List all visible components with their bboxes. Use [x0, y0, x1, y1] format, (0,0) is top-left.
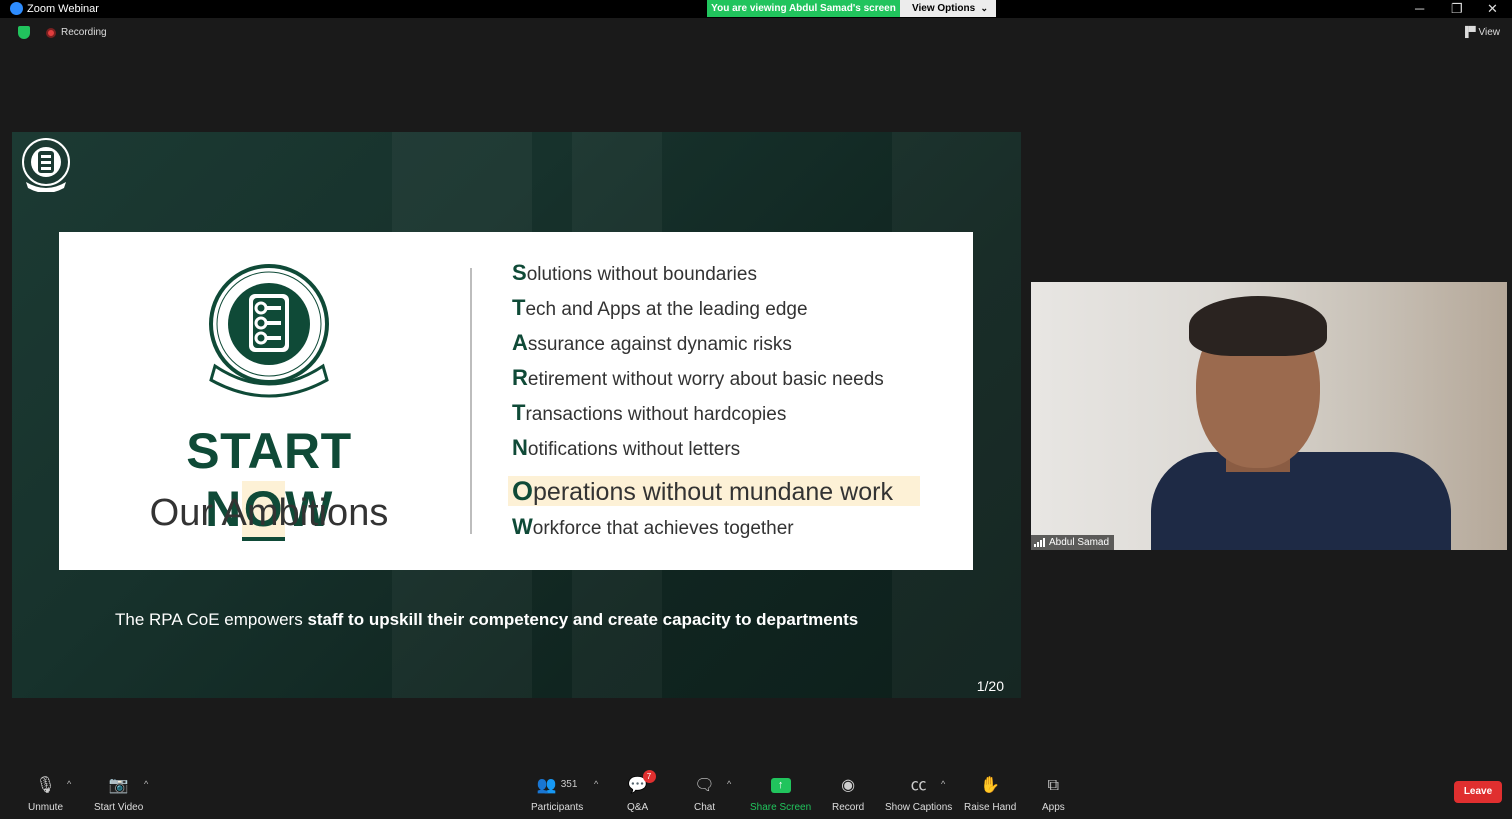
qa-button[interactable]: 💬 7 Q&A: [627, 770, 656, 813]
apps-button[interactable]: ⧉ Apps: [1042, 776, 1065, 813]
cpf-logo-icon: [209, 264, 329, 398]
view-button[interactable]: ▐▀ View: [1462, 27, 1500, 38]
minimize-button[interactable]: ─: [1415, 1, 1424, 16]
participant-name: Abdul Samad: [1049, 537, 1110, 548]
view-options-button[interactable]: View Options ⌄: [900, 0, 996, 17]
qa-icon: 💬 7: [628, 770, 656, 796]
list-item: Notifications without letters: [512, 435, 741, 460]
share-screen-button[interactable]: ↑ Share Screen: [750, 776, 811, 813]
ambitions-list: Solutions without boundaries Tech and Ap…: [508, 258, 920, 547]
video-muted-icon: 📷: [108, 777, 129, 794]
title-bar: Zoom Webinar You are viewing Abdul Samad…: [0, 0, 1512, 18]
participant-count: 351: [560, 779, 578, 790]
participants-icon: 👥: [536, 777, 557, 794]
unmute-button[interactable]: 🎙 Unmute: [28, 776, 63, 813]
chat-icon: 🗨: [694, 777, 715, 794]
divider: [470, 268, 472, 534]
chat-button[interactable]: 🗨 Chat: [694, 776, 715, 813]
list-item: Transactions without hardcopies: [512, 400, 787, 425]
signal-strength-icon: [1034, 538, 1045, 547]
leave-button[interactable]: Leave: [1454, 781, 1502, 803]
slide-caption: The RPA CoE empowers staff to upskill th…: [115, 610, 859, 629]
window-title: Zoom Webinar: [27, 3, 99, 15]
audio-options-caret[interactable]: ^: [67, 779, 71, 789]
start-video-button[interactable]: 📷 Start Video: [94, 776, 143, 813]
hand-icon: ✋: [980, 777, 1001, 794]
close-button[interactable]: ✕: [1487, 1, 1498, 17]
microphone-muted-icon: 🎙: [35, 777, 56, 794]
restore-button[interactable]: ❐: [1451, 1, 1463, 17]
raise-hand-button[interactable]: ✋ Raise Hand: [964, 776, 1016, 813]
video-options-caret[interactable]: ^: [144, 779, 148, 789]
ambitions-subtitle: Our Ambitions: [149, 492, 389, 534]
slide-page-number: 1/20: [976, 678, 1004, 694]
list-item: Solutions without boundaries: [512, 260, 757, 285]
participants-button[interactable]: 👥 351 Participants: [531, 776, 583, 813]
view-layout-icon: ▐▀: [1461, 27, 1479, 38]
view-label: View: [1478, 27, 1501, 38]
recording-label: Recording: [61, 27, 107, 38]
video-person-hair: [1189, 296, 1327, 356]
record-icon: ◉: [841, 777, 856, 794]
apps-icon: ⧉: [1047, 777, 1060, 794]
list-item: Workforce that achieves together: [512, 514, 794, 539]
participant-name-tag: Abdul Samad: [1031, 535, 1115, 550]
captions-options-caret[interactable]: ^: [941, 779, 945, 789]
participants-options-caret[interactable]: ^: [594, 779, 598, 789]
participant-video[interactable]: Abdul Samad: [1031, 282, 1507, 550]
list-item: Assurance against dynamic risks: [512, 330, 792, 355]
status-row: Recording: [18, 26, 107, 39]
zoom-logo-icon: [10, 2, 23, 15]
meeting-toolbar: 🎙 Unmute ^ 📷 Start Video ^ 👥 351 Particip…: [0, 766, 1512, 819]
list-item: Retirement without worry about basic nee…: [512, 365, 884, 390]
recording-icon: [46, 27, 56, 38]
record-button[interactable]: ◉ Record: [832, 776, 864, 813]
ambitions-card: START NOW Our Ambitions Solutions withou…: [59, 232, 973, 570]
viewing-screen-banner: You are viewing Abdul Samad's screen: [707, 0, 900, 17]
chat-options-caret[interactable]: ^: [727, 779, 731, 789]
list-item: Tech and Apps at the leading edge: [512, 295, 808, 320]
cpf-logo-small-icon: [22, 138, 70, 192]
shared-screen-slide: START NOW Our Ambitions Solutions withou…: [12, 132, 1021, 698]
closed-captions-icon: ㏄: [910, 777, 927, 794]
shield-icon[interactable]: [18, 26, 30, 39]
chevron-down-icon: ⌄: [980, 3, 988, 13]
share-screen-icon: ↑: [770, 778, 791, 793]
list-item-highlighted: Operations without mundane work: [508, 476, 920, 506]
view-options-label: View Options: [912, 3, 976, 14]
qa-badge: 7: [642, 770, 656, 783]
video-person-torso: [1151, 452, 1451, 550]
